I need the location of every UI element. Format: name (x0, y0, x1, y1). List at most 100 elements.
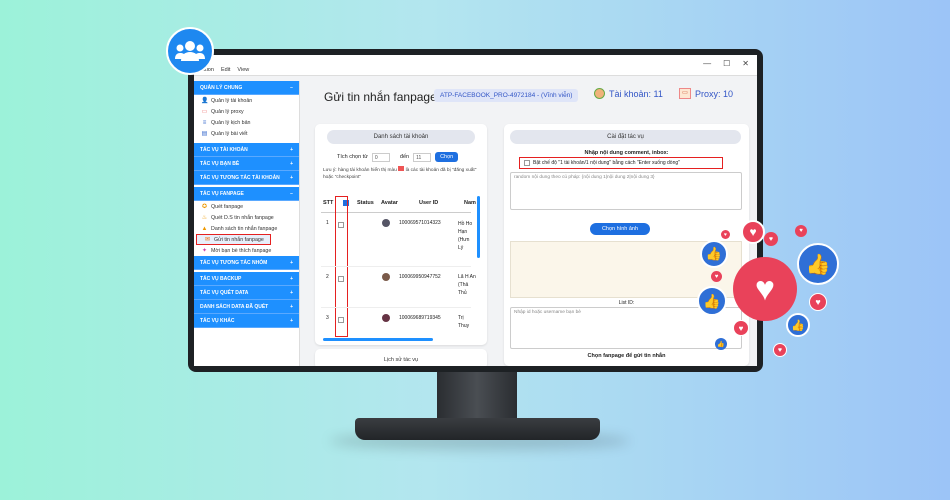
group-users-icon (166, 27, 214, 75)
sidebar-section-scan-data[interactable]: TÁC VỤ QUÉT DATA + (194, 286, 299, 300)
heart-icon: ♥ (733, 257, 797, 321)
choose-image-button[interactable]: Chọn hình ảnh (590, 223, 650, 235)
table-row[interactable]: 3 100069689719345 Trị Thuy (321, 310, 476, 332)
proxy-icon: ▭ (201, 109, 208, 115)
heart-icon: ♥ (809, 293, 827, 311)
row-checkbox[interactable] (338, 222, 344, 228)
sidebar-item-scan-fanpage[interactable]: ✪ Quét fanpage (194, 201, 299, 212)
accounts-panel: Danh sách tài khoản Tích chọn từ 0 đến 1… (315, 124, 487, 345)
proxy-count: ▭ Proxy: 10 (679, 88, 733, 99)
accounts-panel-title: Danh sách tài khoản (327, 130, 475, 144)
expand-icon: + (290, 317, 293, 324)
thumbs-up-icon: 👍 (786, 313, 810, 337)
history-panel: Lịch sử tác vụ (315, 349, 487, 366)
select-button[interactable]: Chọn (435, 152, 459, 162)
accounts-note: Lưu ý: hàng tài khoản hiển thị màu là cá… (323, 166, 477, 180)
thumbs-up-icon: 👍 (797, 243, 839, 285)
expand-icon: + (290, 275, 293, 282)
expand-icon: + (290, 174, 293, 181)
thumbs-up-icon: 👍 (700, 240, 728, 268)
send-message-icon: ✉ (204, 237, 211, 243)
content-textarea[interactable]: random nội dung theo cú pháp: {nội dung … (510, 172, 742, 210)
sidebar-section-general[interactable]: QUẢN LÝ CHUNG − (194, 81, 299, 95)
color-swatch (398, 166, 405, 171)
sidebar: QUẢN LÝ CHUNG − 👤 Quản lý tài khoản ▭ Quản … (194, 81, 300, 366)
message-list-icon: ▲ (201, 225, 208, 232)
avatar (382, 273, 390, 281)
window-controls: — ☐ ✕ (703, 59, 749, 68)
table-row[interactable]: 1 100069571014323 Hồ Ho Hạn (Hưn Lý (321, 216, 476, 264)
thumbs-up-icon: 👍 (697, 286, 727, 316)
sidebar-section-friend-tasks[interactable]: TÁC VỤ BẠN BÈ + (194, 157, 299, 171)
invite-icon: ✦ (201, 248, 208, 254)
scan-icon: ✪ (201, 204, 208, 210)
expand-icon: + (290, 259, 293, 266)
fanpage-select-label: Chọn fanpage để gửi tin nhắn (587, 353, 666, 359)
divider (321, 266, 471, 267)
maximize-icon[interactable]: ☐ (723, 59, 730, 68)
avatar (382, 314, 390, 322)
thumbs-up-icon: 👍 (715, 338, 727, 350)
sidebar-section-backup[interactable]: TÁC VỤ BACKUP + (194, 272, 299, 286)
menu-item-view[interactable]: View (237, 67, 249, 73)
expand-icon: + (290, 146, 293, 153)
close-icon[interactable]: ✕ (742, 59, 749, 68)
heart-icon: ♥ (773, 343, 787, 357)
table-row[interactable]: 2 100069950947752 Lã H An (Thả Thủ (321, 269, 476, 309)
sidebar-section-group-tasks[interactable]: TÁC VỤ TƯƠNG TÁC NHÓM + (194, 256, 299, 270)
history-title: Lịch sử tác vụ (383, 357, 419, 363)
sidebar-section-scanned-list[interactable]: DANH SÁCH DATA ĐÃ QUÉT + (194, 300, 299, 314)
collapse-icon: − (290, 84, 293, 91)
sidebar-item-message-list[interactable]: ▲ Danh sách tin nhắn fanpage (194, 223, 299, 234)
expand-icon: + (290, 303, 293, 310)
heart-icon: ♥ (711, 271, 722, 282)
content-label: Nhập nội dung comment, inbox: (584, 150, 669, 156)
page-title: Gửi tin nhắn fanpage (324, 90, 437, 104)
menu-bar: ation Edit View (202, 67, 249, 73)
proxy-icon: ▭ (679, 88, 691, 99)
avatar-icon (594, 88, 605, 99)
license-badge: ATP-FACEBOOK_PRO-4972184 - (Vĩnh viễn) (434, 89, 579, 102)
row-checkbox[interactable] (338, 317, 344, 323)
expand-icon: + (290, 160, 293, 167)
sidebar-item-scan-messages[interactable]: ♨ Quét D.S tin nhắn fanpage (194, 212, 299, 223)
heart-icon: ♥ (721, 230, 730, 239)
select-range: Tích chọn từ 0 đến 11 Chọn (337, 152, 459, 162)
sidebar-section-account-tasks[interactable]: TÁC VỤ TÀI KHOẢN + (194, 143, 299, 157)
vertical-scrollbar[interactable] (477, 196, 480, 258)
scan-message-icon: ♨ (201, 215, 208, 221)
accounts-count: Tài khoản: 11 (594, 88, 663, 99)
sidebar-item-proxy[interactable]: ▭ Quản lý proxy (194, 106, 299, 117)
sidebar-item-scripts[interactable]: ≡ Quản lý kịch bản (194, 117, 299, 128)
divider (321, 307, 471, 308)
sidebar-item-send-messages[interactable]: ✉ Gửi tin nhắn fanpage (196, 234, 271, 245)
collapse-icon: − (290, 190, 293, 197)
menu-item-edit[interactable]: Edit (221, 67, 230, 73)
sidebar-item-accounts[interactable]: 👤 Quản lý tài khoản (194, 95, 299, 106)
heart-icon: ♥ (741, 220, 765, 244)
multiline-checkbox[interactable] (524, 160, 530, 166)
row-checkbox[interactable] (338, 276, 344, 282)
minimize-icon[interactable]: — (703, 59, 711, 68)
monitor-stand-base (355, 418, 600, 440)
post-icon: ▤ (201, 131, 208, 137)
select-from-input[interactable]: 0 (371, 152, 390, 162)
title-bar: ation Edit View — ☐ ✕ (194, 55, 757, 76)
heart-icon: ♥ (795, 225, 807, 237)
sidebar-section-other[interactable]: TÁC VỤ KHÁC + (194, 314, 299, 328)
sidebar-section-account-interaction[interactable]: TÁC VỤ TƯƠNG TÁC TÀI KHOẢN + (194, 171, 299, 185)
monitor-stand-neck (437, 372, 517, 422)
task-panel-title: Cài đặt tác vụ (510, 130, 741, 144)
horizontal-scrollbar[interactable] (323, 338, 433, 341)
app-window: ation Edit View — ☐ ✕ QUẢN LÝ CHUNG − 👤 Qu… (194, 55, 757, 366)
sidebar-section-fanpage-tasks[interactable]: TÁC VỤ FANPAGE − (194, 187, 299, 201)
select-to-input[interactable]: 11 (413, 152, 432, 162)
script-icon: ≡ (202, 119, 207, 126)
sidebar-item-posts[interactable]: ▤ Quản lý bài viết (194, 128, 299, 139)
heart-icon: ♥ (764, 232, 778, 246)
heart-icon: ♥ (733, 320, 749, 336)
sidebar-item-invite-like[interactable]: ✦ Mời bạn bè thích fanpage (194, 245, 299, 256)
expand-icon: + (290, 289, 293, 296)
avatar (382, 219, 390, 227)
multiline-option[interactable]: Bật chế độ "1 tài khoản/1 nội dung" bằng… (519, 157, 723, 169)
